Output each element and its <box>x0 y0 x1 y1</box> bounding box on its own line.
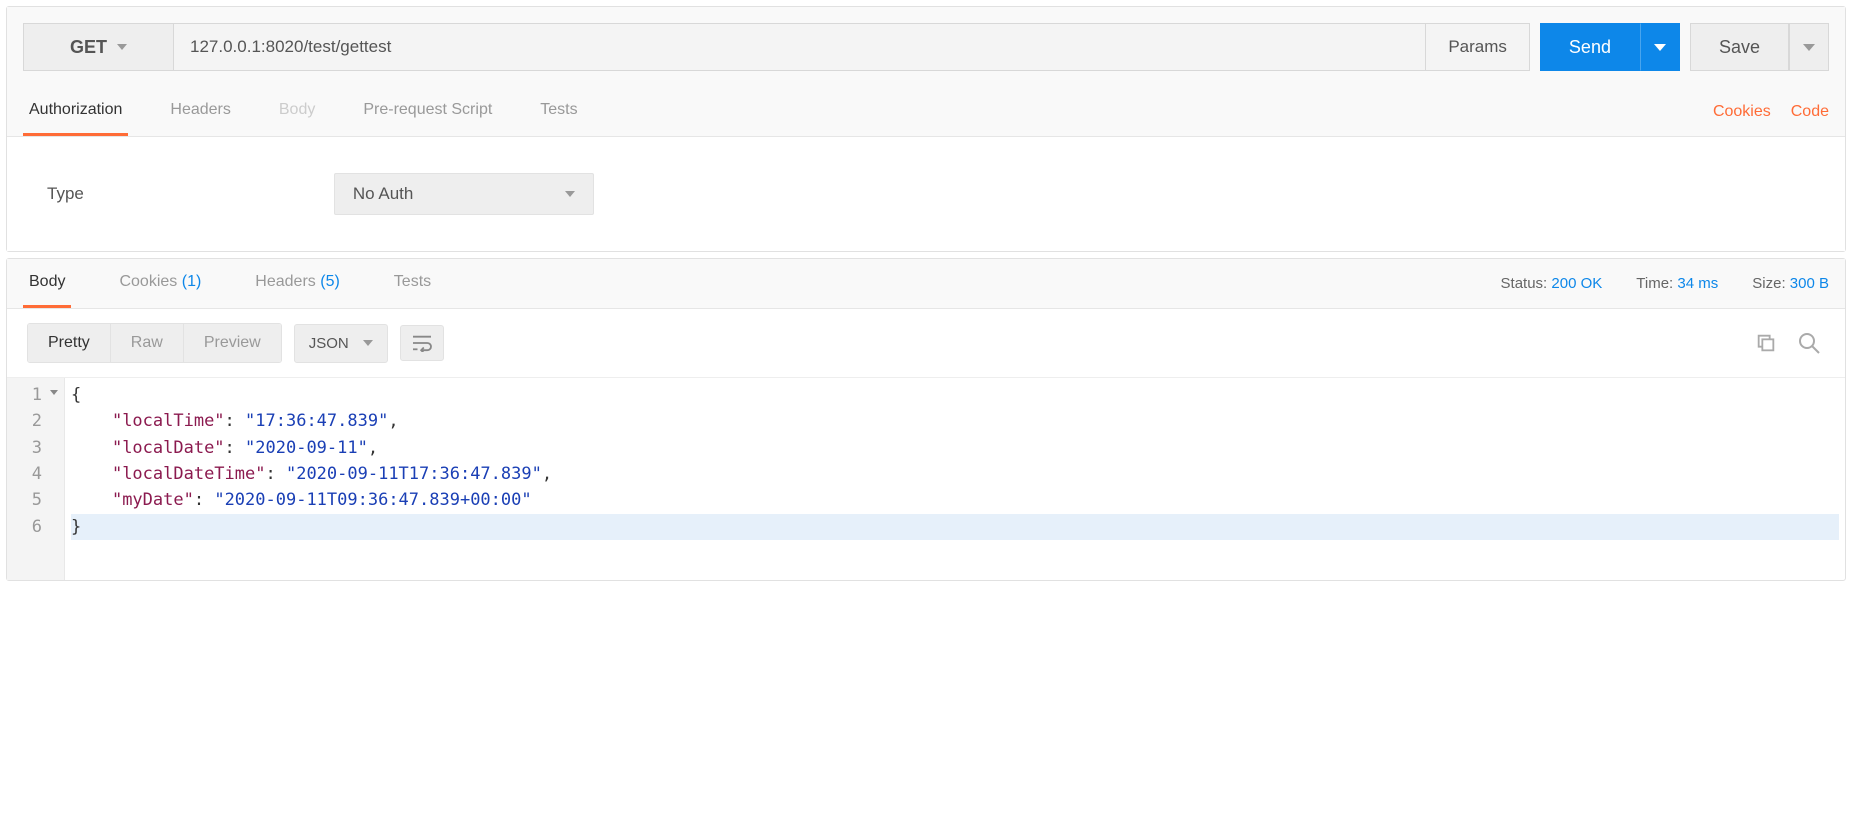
time-value: 34 ms <box>1677 275 1718 292</box>
method-label: GET <box>70 37 107 58</box>
search-button[interactable] <box>1793 327 1825 359</box>
save-button-group: Save <box>1690 23 1829 71</box>
line-gutter: 123456 <box>7 378 65 580</box>
response-tab-headers[interactable]: Headers (5) <box>249 259 346 308</box>
tab-prerequest-script[interactable]: Pre-request Script <box>357 87 498 136</box>
search-icon <box>1797 331 1821 355</box>
request-tabs-row: Authorization Headers Body Pre-request S… <box>7 87 1845 137</box>
tab-headers[interactable]: Headers <box>164 87 236 136</box>
format-select[interactable]: JSON <box>294 324 388 363</box>
request-panel: GET Params Send Save <box>6 6 1846 252</box>
url-group: GET Params <box>23 23 1530 71</box>
line-number: 2 <box>23 408 56 434</box>
copy-icon <box>1755 332 1777 354</box>
response-tabs: Body Cookies (1) Headers (5) Tests <box>23 259 1501 308</box>
preview-button[interactable]: Preview <box>183 324 281 362</box>
chevron-down-icon <box>1803 44 1815 51</box>
auth-section: Type No Auth <box>7 137 1845 251</box>
cookies-label: Cookies <box>119 273 177 290</box>
time-meta: Time: 34 ms <box>1636 275 1718 292</box>
wrap-icon <box>411 334 433 352</box>
code-line: "myDate": "2020-09-11T09:36:47.839+00:00… <box>71 487 1839 513</box>
save-dropdown-button[interactable] <box>1789 23 1829 71</box>
response-meta: Status: 200 OK Time: 34 ms Size: 300 B <box>1501 275 1829 292</box>
status-meta: Status: 200 OK <box>1501 275 1603 292</box>
viewer-toolbar: Pretty Raw Preview JSON <box>7 309 1845 377</box>
code-line: "localTime": "17:36:47.839", <box>71 408 1839 434</box>
chevron-down-icon <box>1654 44 1666 51</box>
url-input-wrapper <box>173 23 1426 71</box>
status-label: Status: <box>1501 275 1548 292</box>
response-tab-tests[interactable]: Tests <box>388 259 437 308</box>
save-label: Save <box>1719 37 1760 58</box>
headers-label: Headers <box>255 273 315 290</box>
request-tabs: Authorization Headers Body Pre-request S… <box>23 87 1713 136</box>
status-value: 200 OK <box>1551 275 1602 292</box>
pretty-button[interactable]: Pretty <box>28 324 110 362</box>
method-select[interactable]: GET <box>23 23 173 71</box>
cookies-count: (1) <box>182 273 202 290</box>
send-label: Send <box>1569 37 1611 58</box>
format-label: JSON <box>309 335 349 352</box>
send-button-group: Send <box>1540 23 1680 71</box>
headers-count: (5) <box>320 273 340 290</box>
response-panel: Body Cookies (1) Headers (5) Tests Statu… <box>6 258 1846 581</box>
response-tab-cookies[interactable]: Cookies (1) <box>113 259 207 308</box>
request-bar: GET Params Send Save <box>7 7 1845 87</box>
response-body-viewer[interactable]: 123456 { "localTime": "17:36:47.839", "l… <box>7 377 1845 580</box>
line-number: 6 <box>23 514 56 540</box>
request-links: Cookies Code <box>1713 103 1829 121</box>
code-line: } <box>71 514 1839 540</box>
response-tabs-row: Body Cookies (1) Headers (5) Tests Statu… <box>7 259 1845 309</box>
code-content: { "localTime": "17:36:47.839", "localDat… <box>65 378 1845 580</box>
line-number: 5 <box>23 487 56 513</box>
tab-authorization[interactable]: Authorization <box>23 87 128 136</box>
save-button[interactable]: Save <box>1690 23 1789 71</box>
code-link[interactable]: Code <box>1791 103 1829 121</box>
response-tab-body[interactable]: Body <box>23 259 71 308</box>
size-meta: Size: 300 B <box>1752 275 1829 292</box>
params-button[interactable]: Params <box>1426 23 1530 71</box>
code-line: { <box>71 382 1839 408</box>
cookies-link[interactable]: Cookies <box>1713 103 1771 121</box>
view-mode-group: Pretty Raw Preview <box>27 323 282 363</box>
auth-type-label: Type <box>47 184 84 204</box>
chevron-down-icon <box>117 44 127 50</box>
chevron-down-icon <box>565 191 575 197</box>
raw-button[interactable]: Raw <box>110 324 183 362</box>
auth-type-select[interactable]: No Auth <box>334 173 594 215</box>
fold-icon[interactable] <box>50 390 58 395</box>
code-line: "localDate": "2020-09-11", <box>71 435 1839 461</box>
send-dropdown-button[interactable] <box>1640 23 1680 71</box>
code-line: "localDateTime": "2020-09-11T17:36:47.83… <box>71 461 1839 487</box>
line-number: 1 <box>23 382 56 408</box>
size-value: 300 B <box>1790 275 1829 292</box>
auth-type-value: No Auth <box>353 184 414 204</box>
url-input[interactable] <box>190 37 1409 57</box>
size-label: Size: <box>1752 275 1785 292</box>
tab-tests[interactable]: Tests <box>534 87 583 136</box>
line-number: 4 <box>23 461 56 487</box>
time-label: Time: <box>1636 275 1673 292</box>
wrap-lines-button[interactable] <box>400 325 444 361</box>
params-label: Params <box>1448 37 1507 57</box>
chevron-down-icon <box>363 340 373 346</box>
send-button[interactable]: Send <box>1540 23 1640 71</box>
line-number: 3 <box>23 435 56 461</box>
copy-button[interactable] <box>1751 328 1781 358</box>
tab-body[interactable]: Body <box>273 87 321 136</box>
